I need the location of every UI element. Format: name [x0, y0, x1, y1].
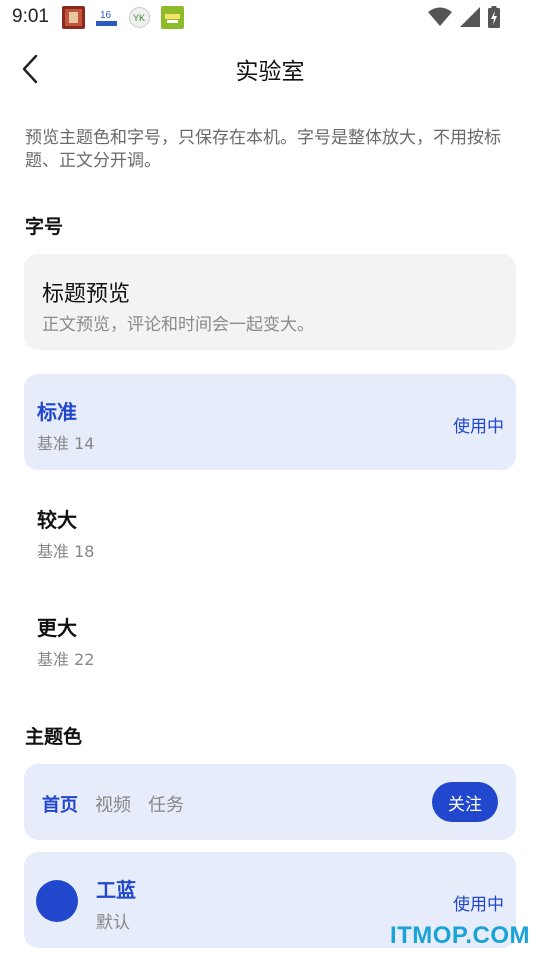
in-use-label: 使用中 — [453, 417, 504, 437]
size-option-name: 更大 — [37, 616, 77, 640]
font-size-preview-card: 标题预览 正文预览，评论和时间会一起变大。 — [24, 254, 516, 350]
status-time: 9:01 — [12, 6, 49, 27]
theme-option-sub: 默认 — [96, 913, 130, 933]
font-size-option-standard[interactable]: 标准 基准 14 使用中 — [24, 374, 516, 470]
status-bar: 9:01 16 YK — [0, 0, 540, 36]
size-option-base: 基准 18 — [37, 542, 95, 561]
app-notification-icon-yk: YK — [128, 6, 151, 29]
app-notification-icon-red — [62, 6, 85, 29]
signal-icon — [460, 7, 480, 31]
status-icons — [428, 6, 500, 32]
in-use-label: 使用中 — [453, 895, 504, 915]
svg-text:YK: YK — [133, 13, 145, 23]
app-notification-icon-green — [161, 6, 184, 29]
header: 实验室 — [0, 36, 540, 102]
size-option-name: 较大 — [37, 508, 77, 532]
theme-option-name: 工蓝 — [96, 878, 136, 902]
wifi-icon — [428, 7, 452, 31]
tab-video[interactable]: 视频 — [95, 791, 131, 817]
watermark: ITMOP.COM — [389, 922, 530, 949]
color-swatch — [36, 880, 78, 922]
size-option-base: 基准 14 — [37, 434, 95, 453]
font-size-option-largest[interactable]: 更大 基准 22 — [24, 590, 516, 686]
theme-color-section-label: 主题色 — [25, 726, 83, 748]
app-notification-icon-16: 16 — [95, 6, 118, 29]
battery-charging-icon — [488, 6, 500, 32]
font-size-section-label: 字号 — [25, 216, 64, 238]
size-option-base: 基准 22 — [37, 650, 95, 669]
svg-text:16: 16 — [100, 10, 112, 21]
font-size-option-larger[interactable]: 较大 基准 18 — [24, 482, 516, 578]
page-title: 实验室 — [235, 59, 305, 85]
theme-preview-bar: 首页 视频 任务 关注 — [24, 764, 516, 840]
preview-title: 标题预览 — [42, 282, 131, 307]
page-description: 预览主题色和字号，只保存在本机。字号是整体放大，不用按标题、正文分开调。 — [25, 128, 501, 171]
follow-button[interactable]: 关注 — [432, 782, 498, 822]
tab-home[interactable]: 首页 — [42, 791, 78, 817]
tab-tasks[interactable]: 任务 — [148, 791, 184, 817]
size-option-name: 标准 — [37, 400, 77, 424]
preview-body: 正文预览，评论和时间会一起变大。 — [42, 315, 314, 335]
